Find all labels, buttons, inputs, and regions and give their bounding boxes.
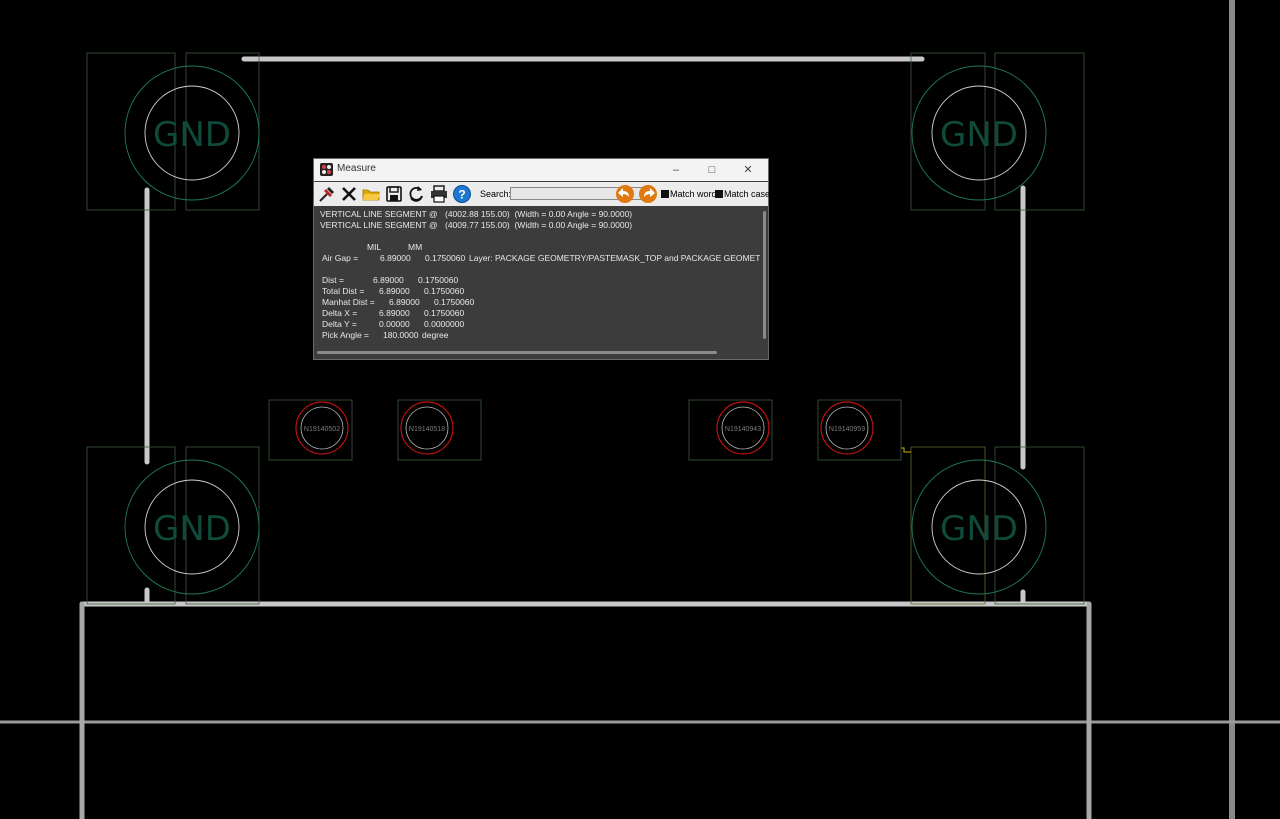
component-n19140502[interactable]: N19140502 (268, 399, 353, 461)
gnd-label: GND (940, 509, 1018, 549)
pin-icon[interactable] (317, 184, 337, 204)
component-label: N19140943 (725, 426, 761, 433)
vertical-scrollbar[interactable] (763, 211, 766, 339)
measure-app-icon (320, 163, 333, 176)
print-icon[interactable] (429, 184, 449, 204)
gnd-pad-top-left[interactable]: GND (86, 52, 260, 211)
match-word-checkbox[interactable] (661, 190, 669, 198)
gnd-label: GND (940, 115, 1018, 155)
arrow-right-icon[interactable] (638, 184, 658, 204)
segment-1-value: (4002.88 155.00) (Width = 0.00 Angle = 9… (445, 209, 633, 219)
match-case-label: Match case (724, 189, 771, 199)
gnd-label: GND (153, 509, 231, 549)
close-icon[interactable]: ✕ (730, 159, 766, 181)
component-label: N19140518 (409, 426, 445, 433)
svg-text:?: ? (458, 188, 465, 202)
delta-x-mm: 0.1750060 (424, 308, 465, 318)
delta-y-mil: 0.00000 (379, 319, 410, 329)
component-n19140518[interactable]: N19140518 (397, 399, 482, 461)
delete-icon[interactable] (339, 184, 359, 204)
gnd-pad-bottom-left[interactable]: GND (86, 446, 260, 605)
pcb-canvas[interactable]: GND GND GND GND N19140502 N19140518 N191… (0, 0, 1280, 819)
refresh-icon[interactable] (406, 184, 426, 204)
segment-1-label: VERTICAL LINE SEGMENT @ (320, 209, 438, 219)
measure-marker (901, 447, 911, 453)
component-label: N19140959 (829, 426, 865, 433)
measure-window[interactable]: Measure – □ ✕ ? Search: Match word Match… (313, 158, 771, 360)
dist-mil: 6.89000 (373, 275, 404, 285)
match-word-label: Match word (670, 189, 717, 199)
gnd-pad-bottom-right[interactable]: GND (901, 446, 1085, 605)
pick-angle-unit: degree (422, 330, 449, 340)
arrow-left-icon[interactable] (615, 184, 635, 204)
segment-2-label: VERTICAL LINE SEGMENT @ (320, 220, 438, 230)
title-bar[interactable]: Measure – □ ✕ (314, 159, 768, 181)
pick-angle-label: Pick Angle = (322, 330, 370, 340)
airgap-label: Air Gap = (322, 253, 359, 263)
pick-angle-value: 180.0000 (383, 330, 419, 340)
folder-open-icon[interactable] (361, 184, 381, 204)
dist-label: Dist = (322, 275, 344, 285)
column-header-mil: MIL (367, 242, 382, 252)
manhat-dist-label: Manhat Dist = (322, 297, 375, 307)
manhat-dist-mil: 6.89000 (389, 297, 420, 307)
match-case-checkbox[interactable] (715, 190, 723, 198)
total-dist-mm: 0.1750060 (424, 286, 465, 296)
horizontal-scrollbar[interactable] (317, 351, 717, 354)
minimize-icon[interactable]: – (658, 159, 694, 181)
column-header-mm: MM (408, 242, 423, 252)
delta-x-label: Delta X = (322, 308, 358, 318)
dist-mm: 0.1750060 (418, 275, 459, 285)
gnd-pad-top-right[interactable]: GND (910, 52, 1085, 211)
component-label: N19140502 (304, 426, 340, 433)
delta-x-mil: 6.89000 (379, 308, 410, 318)
airgap-layer: Layer: PACKAGE GEOMETRY/PASTEMASK_TOP an… (469, 253, 760, 263)
gnd-label: GND (153, 115, 231, 155)
component-n19140959[interactable]: N19140959 (817, 399, 902, 461)
segment-2-value: (4009.77 155.00) (Width = 0.00 Angle = 9… (445, 220, 633, 230)
total-dist-label: Total Dist = (322, 286, 365, 296)
search-label: Search: (480, 189, 512, 199)
toolbar: ? Search: Match word Match case (314, 182, 771, 206)
airgap-mil: 6.89000 (380, 253, 411, 263)
component-n19140943[interactable]: N19140943 (688, 399, 773, 461)
total-dist-mil: 6.89000 (379, 286, 410, 296)
save-icon[interactable] (384, 184, 404, 204)
delta-y-mm: 0.0000000 (424, 319, 465, 329)
manhat-dist-mm: 0.1750060 (434, 297, 475, 307)
help-icon[interactable]: ? (452, 184, 472, 204)
delta-y-label: Delta Y = (322, 319, 357, 329)
airgap-mm: 0.1750060 (425, 253, 466, 263)
maximize-icon[interactable]: □ (694, 159, 730, 181)
window-title: Measure (337, 163, 376, 174)
measure-output[interactable]: VERTICAL LINE SEGMENT @ (4002.88 155.00)… (314, 207, 760, 345)
